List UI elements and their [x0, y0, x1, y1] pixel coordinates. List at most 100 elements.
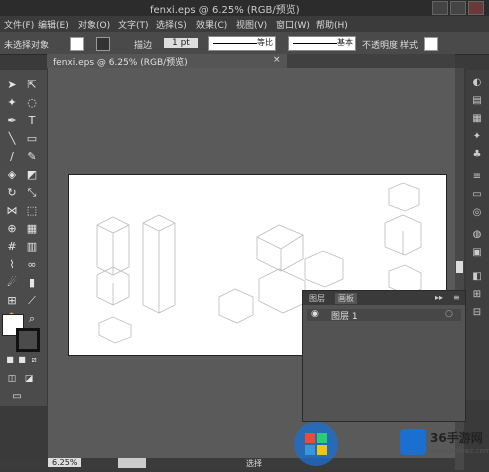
document-tab[interactable]: fenxi.eps @ 6.25% (RGB/预览) ×	[47, 54, 287, 68]
selection-tool-icon[interactable]: ➤	[5, 78, 19, 92]
menu-help[interactable]: 帮助(H)	[316, 18, 348, 31]
draw-behind-icon[interactable]: ◪	[22, 372, 36, 386]
rectangle-tool-icon[interactable]: ▭	[25, 132, 39, 146]
stroke-color-box[interactable]	[16, 328, 40, 352]
gradient-panel-icon[interactable]: ▭	[470, 188, 484, 201]
watermark-brand: 36手游网	[430, 431, 483, 445]
menu-object[interactable]: 对象(O)	[78, 18, 110, 31]
blob-brush-tool-icon[interactable]: ◈	[5, 168, 19, 182]
symbols-panel-icon[interactable]: ♣	[470, 148, 484, 161]
iso-cube-right	[304, 250, 344, 288]
iso-block-3	[98, 316, 132, 344]
document-tab-label: fenxi.eps @ 6.25% (RGB/预览)	[53, 58, 188, 68]
menu-select[interactable]: 选择(S)	[156, 18, 187, 31]
menu-view[interactable]: 视图(V)	[236, 18, 267, 31]
layer-row[interactable]: ◉ 图层 1 ○	[307, 309, 461, 322]
paintbrush-tool-icon[interactable]: ∕	[5, 150, 19, 164]
scrollbar-thumb[interactable]	[456, 261, 463, 273]
zoom-level[interactable]: 6.25%	[48, 458, 82, 467]
artboard-nav[interactable]	[118, 458, 146, 468]
transparency-panel-icon[interactable]: ◎	[470, 206, 484, 219]
windows-start-orb[interactable]	[292, 420, 340, 468]
column-graph-tool-icon[interactable]: ▮	[25, 276, 39, 290]
none-mode-icon[interactable]: ⧄	[27, 353, 41, 367]
artboards-panel-icon[interactable]: ⊞	[470, 288, 484, 301]
iso-top-right	[388, 182, 420, 212]
color-guide-icon[interactable]: ▤	[470, 94, 484, 107]
pen-tool-icon[interactable]: ✒	[5, 114, 19, 128]
menu-file[interactable]: 文件(F)	[4, 18, 34, 31]
collapse-panel-icon[interactable]: ▸▸	[435, 293, 443, 302]
variable-width-dropdown[interactable]: 等比	[208, 36, 276, 51]
window-title: fenxi.eps @ 6.25% (RGB/预览)	[150, 5, 300, 16]
maximize-button[interactable]	[450, 1, 466, 15]
brush-definition-dropdown[interactable]: 基本	[288, 36, 356, 51]
artboard-tool-icon[interactable]: ⊞	[5, 294, 19, 308]
panel-tab-artboards[interactable]: 画板	[335, 293, 357, 304]
layer-name: 图层 1	[331, 312, 358, 322]
stroke-weight-field[interactable]: 1 pt	[164, 38, 198, 48]
style-label: 样式	[400, 41, 419, 51]
status-bar: 6.25% 选择	[0, 458, 455, 470]
watermark-url: www.36fkwz.com	[430, 447, 489, 455]
swatches-panel-icon[interactable]: ▦	[470, 112, 484, 125]
pencil-tool-icon[interactable]: ✎	[25, 150, 39, 164]
panel-menu-icon[interactable]: ≡	[453, 293, 460, 302]
zoom-tool-icon[interactable]: ⌕	[25, 312, 39, 326]
draw-mode-icon[interactable]: ◫	[5, 372, 19, 386]
brush-definition-label: 基本	[337, 38, 353, 47]
eraser-tool-icon[interactable]: ◩	[25, 168, 39, 182]
layers-panel-icon[interactable]: ◧	[470, 270, 484, 283]
minimize-button[interactable]	[432, 1, 448, 15]
type-tool-icon[interactable]: T	[25, 114, 39, 128]
direct-selection-tool-icon[interactable]: ⇱	[25, 78, 39, 92]
rotate-tool-icon[interactable]: ↻	[5, 186, 19, 200]
menu-type[interactable]: 文字(T)	[118, 18, 149, 31]
iso-group-mid	[258, 268, 306, 314]
iso-cube-large	[256, 224, 304, 272]
menu-effect[interactable]: 效果(C)	[196, 18, 227, 31]
layers-panel: 图层 画板 ▸▸ ≡ ◉ 图层 1 ○	[302, 290, 466, 422]
fill-swatch[interactable]	[70, 37, 84, 51]
style-swatch[interactable]	[424, 37, 438, 51]
blend-tool-icon[interactable]: ∞	[25, 258, 39, 272]
control-bar: 未选择对象 描边 1 pt 等比 基本 不透明度 样式	[0, 32, 489, 55]
scale-tool-icon[interactable]: ⤡	[25, 186, 39, 200]
screen-mode-icon[interactable]: ▭	[10, 390, 24, 404]
layer-target-icon[interactable]: ○	[445, 309, 453, 319]
selection-status: 未选择对象	[4, 41, 50, 51]
free-transform-tool-icon[interactable]: ⬚	[25, 204, 39, 218]
brushes-panel-icon[interactable]: ✦	[470, 130, 484, 143]
watermark-logo-icon	[400, 429, 426, 455]
gradient-tool-icon[interactable]: ▥	[25, 240, 39, 254]
shape-builder-tool-icon[interactable]: ⊕	[5, 222, 19, 236]
lasso-tool-icon[interactable]: ◌	[25, 96, 39, 110]
color-panel-icon[interactable]: ◐	[470, 76, 484, 89]
slice-tool-icon[interactable]: ⟋	[25, 294, 39, 308]
menu-bar: 文件(F) 编辑(E) 对象(O) 文字(T) 选择(S) 效果(C) 视图(V…	[0, 16, 489, 32]
title-bar: fenxi.eps @ 6.25% (RGB/预览)	[0, 0, 489, 16]
menu-window[interactable]: 窗口(W)	[276, 18, 310, 31]
appearance-panel-icon[interactable]: ◍	[470, 228, 484, 241]
magic-wand-tool-icon[interactable]: ✦	[5, 96, 19, 110]
visibility-icon[interactable]: ◉	[311, 309, 319, 319]
iso-right-mid	[384, 214, 422, 256]
document-tab-bar: fenxi.eps @ 6.25% (RGB/预览) ×	[47, 54, 455, 68]
panel-tab-layers[interactable]: 图层	[309, 293, 325, 304]
symbol-sprayer-tool-icon[interactable]: ☄	[5, 276, 19, 290]
line-tool-icon[interactable]: ╲	[5, 132, 19, 146]
perspective-grid-tool-icon[interactable]: ▦	[25, 222, 39, 236]
menu-edit[interactable]: 编辑(E)	[38, 18, 69, 31]
stroke-label: 描边	[134, 41, 153, 51]
width-tool-icon[interactable]: ⋈	[5, 204, 19, 218]
close-tab-icon[interactable]: ×	[273, 55, 281, 65]
eyedropper-tool-icon[interactable]: ⌇	[5, 258, 19, 272]
close-window-button[interactable]	[468, 1, 484, 15]
stroke-panel-icon[interactable]: ≡	[470, 170, 484, 183]
stroke-swatch[interactable]	[96, 37, 110, 51]
graphic-styles-icon[interactable]: ▣	[470, 246, 484, 259]
iso-small-left	[218, 288, 254, 324]
opacity-label[interactable]: 不透明度	[362, 38, 398, 51]
mesh-tool-icon[interactable]: #	[5, 240, 19, 254]
align-panel-icon[interactable]: ⊟	[470, 306, 484, 319]
